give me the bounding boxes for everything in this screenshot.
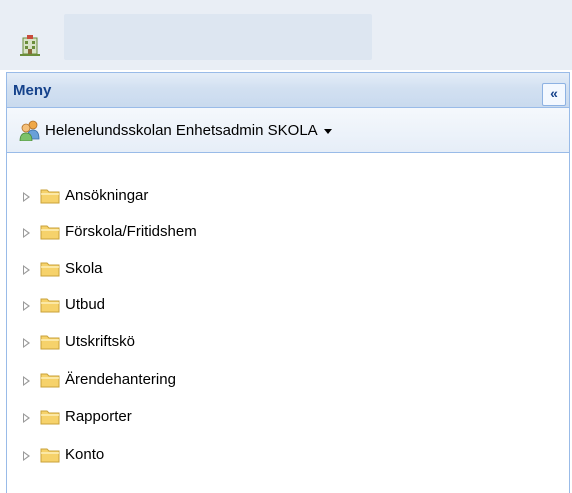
expand-arrow-icon[interactable] xyxy=(23,338,30,348)
top-header xyxy=(0,0,572,70)
user-label[interactable]: Helenelundsskolan Enhetsadmin SKOLA xyxy=(45,122,332,139)
tree-item-label: Rapporter xyxy=(65,408,132,425)
folder-icon xyxy=(40,189,60,204)
tree-item-label: Skola xyxy=(65,260,103,277)
tree-item-label: Ärendehantering xyxy=(65,371,176,388)
user-name: Helenelundsskolan Enhetsadmin SKOLA xyxy=(45,122,318,139)
folder-icon xyxy=(40,262,60,277)
tree-item-rapporter[interactable]: Rapporter xyxy=(7,404,547,434)
folder-icon xyxy=(40,373,60,388)
caret-down-icon[interactable] xyxy=(323,128,332,134)
expand-arrow-icon[interactable] xyxy=(23,192,30,202)
folder-icon xyxy=(40,448,60,463)
tree-item-label: Utbud xyxy=(65,296,106,313)
folder-icon xyxy=(40,335,60,350)
expand-arrow-icon[interactable] xyxy=(23,413,30,423)
folder-icon xyxy=(40,225,60,240)
users-icon xyxy=(19,120,40,141)
tree-item-arendehantering[interactable]: Ärendehantering xyxy=(7,367,547,397)
tree-item-ansokningar[interactable]: Ansökningar xyxy=(7,183,547,213)
tree-item-label: Ansökningar xyxy=(65,187,149,204)
tree-item-forskola[interactable]: Förskola/Fritidshem xyxy=(7,219,547,249)
tree-item-utskriftsko[interactable]: Utskriftskö xyxy=(7,329,547,359)
app-title-area xyxy=(64,14,372,60)
tree-item-utbud[interactable]: Utbud xyxy=(7,292,547,322)
expand-arrow-icon[interactable] xyxy=(23,301,30,311)
tree-item-konto[interactable]: Konto xyxy=(7,442,547,472)
tree-item-label: Konto xyxy=(65,446,105,463)
folder-icon xyxy=(40,298,60,313)
menu-panel-header: Meny « xyxy=(7,73,569,108)
tree-item-label: Förskola/Fritidshem xyxy=(65,223,197,240)
menu-panel: Meny « Helenelundsskolan Enhetsadmin SKO… xyxy=(6,72,570,493)
building-icon xyxy=(20,35,40,56)
user-selector[interactable]: Helenelundsskolan Enhetsadmin SKOLA xyxy=(7,108,569,153)
expand-arrow-icon[interactable] xyxy=(23,451,30,461)
expand-arrow-icon[interactable] xyxy=(23,228,30,238)
collapse-button[interactable]: « xyxy=(542,83,566,106)
expand-arrow-icon[interactable] xyxy=(23,265,30,275)
expand-arrow-icon[interactable] xyxy=(23,376,30,386)
tree-item-skola[interactable]: Skola xyxy=(7,256,547,286)
panel-title: Meny xyxy=(13,82,52,99)
folder-icon xyxy=(40,410,60,425)
tree-item-label: Utskriftskö xyxy=(65,333,136,350)
